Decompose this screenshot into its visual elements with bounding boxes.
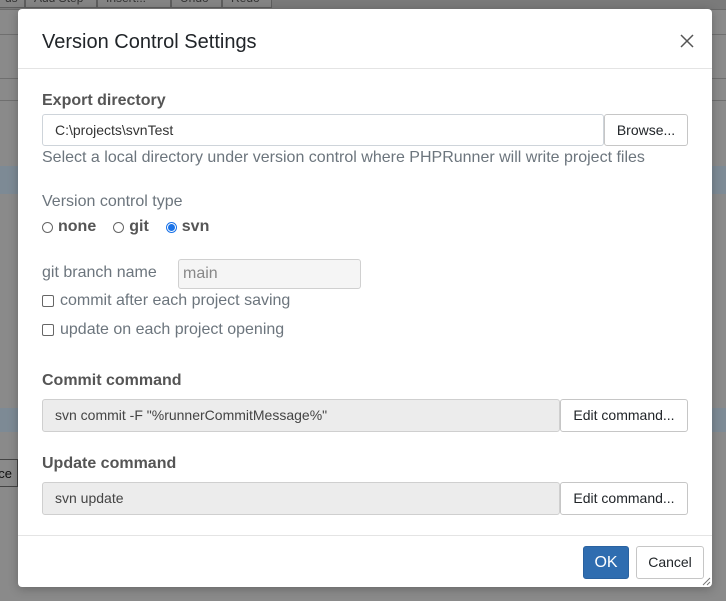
bg-divider	[0, 34, 18, 35]
close-icon	[680, 34, 694, 48]
export-directory-help: Select a local directory under version c…	[42, 149, 645, 166]
radio-svn-button[interactable]	[165, 221, 177, 233]
commit-after-save-label: commit after each project saving	[60, 292, 291, 309]
bg-divider	[712, 78, 726, 79]
edit-commit-command-button[interactable]: Edit command...	[560, 399, 688, 432]
bg-divider	[712, 34, 726, 35]
update-on-open-checkbox[interactable]	[42, 324, 54, 336]
vc-type-label: Version control type	[42, 193, 183, 210]
radio-svn[interactable]: svn	[165, 218, 210, 236]
update-on-open-checkbox-row[interactable]: update on each project opening	[42, 321, 284, 339]
radio-svn-label: svn	[181, 218, 210, 235]
resize-grip-icon[interactable]	[701, 576, 711, 586]
version-control-dialog: Version Control Settings Export director…	[18, 9, 712, 587]
bg-field-stub: nce	[0, 459, 18, 487]
update-command-input: svn update	[42, 482, 560, 515]
radio-none[interactable]: none	[42, 218, 96, 236]
radio-git-button[interactable]	[113, 221, 125, 233]
git-branch-label: git branch name	[42, 264, 157, 281]
bg-divider	[0, 100, 18, 101]
bg-add-step-button: Add Step	[25, 0, 97, 8]
commit-command-input: svn commit -F "%runnerCommitMessage%"	[42, 399, 560, 432]
bg-redo-button: Redo	[222, 0, 272, 8]
git-branch-input[interactable]: main	[178, 259, 361, 289]
bg-divider	[712, 100, 726, 101]
commit-after-save-checkbox-row[interactable]: commit after each project saving	[42, 292, 290, 310]
browse-button[interactable]: Browse...	[604, 114, 688, 146]
radio-none-button[interactable]	[42, 221, 53, 233]
close-button[interactable]	[673, 27, 701, 55]
ok-button[interactable]: OK	[583, 546, 629, 579]
bg-undo-button: Undo	[171, 0, 222, 8]
cancel-button[interactable]: Cancel	[636, 546, 704, 579]
export-directory-input[interactable]: C:\projects\svnTest	[42, 114, 604, 146]
radio-git-label: git	[129, 218, 149, 235]
dialog-header: Version Control Settings	[18, 9, 712, 69]
bg-divider	[0, 78, 18, 79]
update-command-label: Update command	[42, 455, 177, 472]
commit-command-label: Commit command	[42, 372, 182, 389]
bg-toolbar-button: ds	[0, 0, 25, 8]
bg-insert-button: Insert...	[97, 0, 171, 8]
radio-none-label: none	[58, 218, 97, 235]
dialog-title: Version Control Settings	[42, 31, 257, 53]
update-on-open-label: update on each project opening	[60, 321, 285, 338]
export-directory-label: Export directory	[42, 92, 166, 109]
edit-update-command-button[interactable]: Edit command...	[560, 482, 688, 515]
radio-git[interactable]: git	[113, 218, 149, 236]
dialog-footer: OK Cancel	[18, 535, 712, 587]
commit-after-save-checkbox[interactable]	[42, 295, 54, 307]
vc-type-radio-group: none git svn	[42, 217, 226, 237]
